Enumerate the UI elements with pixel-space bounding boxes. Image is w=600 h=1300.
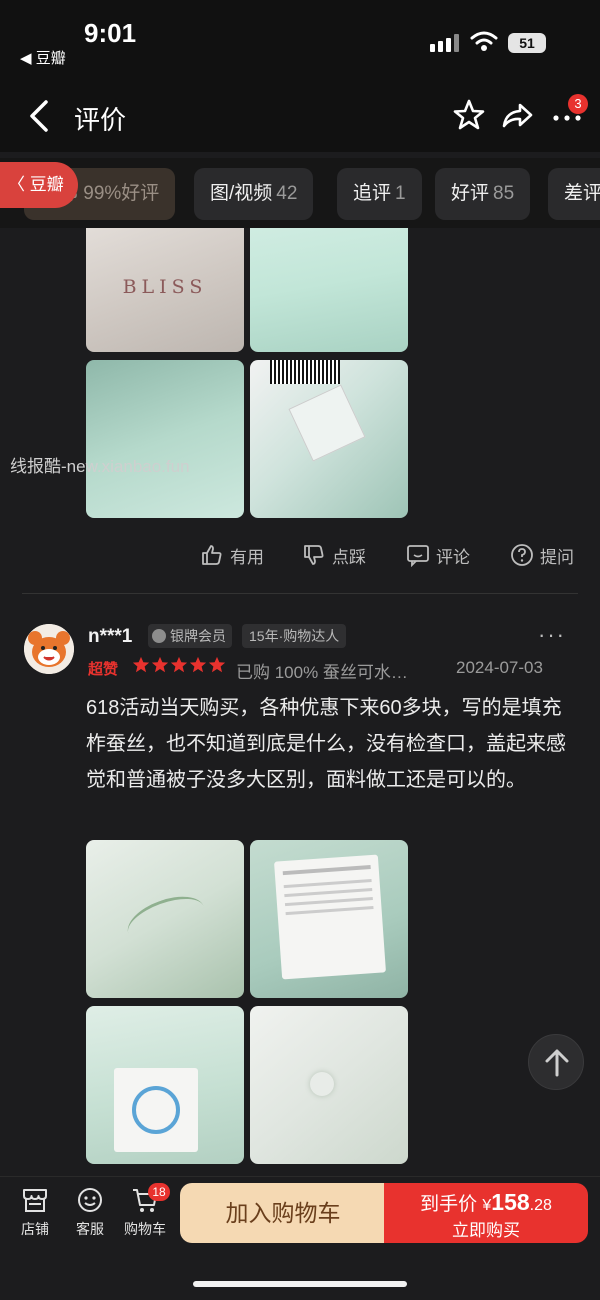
review-image[interactable] — [86, 840, 244, 998]
favorite-star-icon[interactable] — [452, 98, 486, 132]
status-bar: 9:01 ◀ 豆瓣 51 — [0, 0, 600, 80]
buy-now-button[interactable]: 到手价 ¥158.28 立即购买 — [384, 1183, 588, 1243]
price-label: 到手价 — [420, 1194, 478, 1215]
battery-indicator: 51 — [508, 33, 546, 53]
useful-label: 有用 — [230, 547, 264, 567]
top-navigation-bar: 评价 3 — [0, 80, 600, 152]
shop-label: 店铺 — [21, 1221, 49, 1237]
review-image[interactable]: BLISS — [86, 228, 244, 352]
thumbs-up-icon — [202, 545, 222, 565]
member-years-badge: 15年·购物达人 — [242, 624, 347, 648]
avatar-cartoon-face — [24, 624, 74, 674]
star-rating — [132, 656, 226, 674]
share-icon[interactable] — [500, 98, 534, 132]
ask-label: 提问 — [540, 547, 574, 567]
tab-images-count: 42 — [276, 183, 298, 204]
review-divider — [22, 593, 578, 594]
rating-tag: 超赞 — [88, 661, 119, 678]
bottom-action-bar: 店铺 客服 购物车 18 加入购物车 到手价 ¥158.28 立即购买 — [0, 1176, 600, 1300]
comment-button[interactable]: 评论 — [406, 540, 470, 570]
leaf-pattern-graphic — [121, 887, 211, 953]
price-decimal: .28 — [529, 1197, 552, 1214]
review-text: 618活动当天购买，各种优惠下来60多块，写的是填充柞蚕丝，也不知道到底是什么，… — [86, 697, 566, 791]
review-action-bar: 有用 点踩 评论 提问 — [200, 540, 580, 570]
tab-images-videos[interactable]: 图/视频 42 — [194, 168, 314, 220]
comment-icon — [407, 545, 429, 567]
home-indicator[interactable] — [193, 1281, 407, 1287]
page-title: 评价 — [74, 105, 127, 135]
wifi-icon — [470, 31, 498, 51]
member-level-badge: 银牌会员 — [148, 624, 232, 648]
bliss-logo-text: BLISS — [122, 276, 208, 298]
star-icon — [208, 656, 226, 673]
customer-service-button[interactable]: 客服 — [65, 1185, 115, 1239]
tab-positive[interactable]: 好评 85 — [435, 168, 531, 220]
tab-positive-count: 85 — [493, 183, 515, 204]
member-level-label: 银牌会员 — [170, 628, 226, 644]
currency-symbol: ¥ — [482, 1197, 492, 1214]
tab-positive-label: 好评 — [451, 183, 490, 204]
cellular-signal-icon — [430, 34, 460, 52]
customer-service-label: 客服 — [76, 1221, 104, 1237]
review-filter-tabs: 全部 99%好评 图/视频 42 追评 1 好评 85 差评 — [0, 158, 600, 228]
tab-follow-up-count: 1 — [395, 183, 406, 204]
floating-douban-back-button[interactable]: 〈 豆瓣 — [0, 162, 78, 208]
reviews-list[interactable]: BLISS 线报酷-new.xianbao.fun 有用 点踩 评论 提问 n*… — [0, 228, 600, 1176]
ask-question-button[interactable]: 提问 — [510, 540, 574, 570]
star-icon — [151, 656, 169, 673]
cart-count-badge: 18 — [148, 1183, 170, 1201]
scroll-to-top-button[interactable] — [528, 1034, 584, 1090]
useful-button[interactable]: 有用 — [200, 540, 264, 570]
barcode-graphic — [270, 360, 340, 384]
final-price: 到手价 ¥158.28 — [384, 1183, 588, 1216]
question-icon — [511, 544, 533, 566]
product-label-graphic — [114, 1068, 198, 1152]
tab-follow-up-label: 追评 — [353, 183, 392, 204]
label-circle-graphic — [132, 1086, 180, 1134]
review-image[interactable] — [250, 228, 408, 352]
tab-negative-label: 差评 — [564, 183, 600, 204]
back-arrow-icon[interactable] — [24, 98, 56, 134]
notification-badge: 3 — [568, 94, 588, 114]
review-image[interactable] — [250, 360, 408, 518]
review-more-options-icon[interactable]: ··· — [538, 622, 566, 648]
add-to-cart-button[interactable]: 加入购物车 — [180, 1183, 386, 1243]
review-date: 2024-07-03 — [456, 658, 543, 677]
review-image[interactable] — [250, 1006, 408, 1164]
member-icon — [152, 629, 166, 643]
purchased-variant[interactable]: 已购 100% 蚕丝可水… — [236, 658, 408, 683]
review-image[interactable] — [86, 1006, 244, 1164]
thumbs-down-icon — [304, 545, 324, 565]
reviewer-username[interactable]: n***1 — [88, 626, 132, 648]
quilt-stitch-graphic — [310, 1072, 334, 1096]
star-icon — [132, 656, 150, 673]
status-time: 9:01 — [84, 18, 137, 48]
tab-images-label: 图/视频 — [210, 183, 273, 204]
dislike-button[interactable]: 点踩 — [302, 540, 366, 570]
review-image[interactable] — [250, 840, 408, 998]
tab-negative[interactable]: 差评 — [548, 168, 600, 220]
shop-button[interactable]: 店铺 — [10, 1185, 60, 1239]
tab-follow-up[interactable]: 追评 1 — [337, 168, 422, 220]
star-icon — [189, 656, 207, 673]
watermark-text: 线报酷-new.xianbao.fun — [10, 457, 190, 476]
care-label-graphic — [274, 854, 386, 980]
buy-now-label: 立即购买 — [452, 1221, 520, 1240]
shop-icon — [23, 1189, 47, 1212]
back-to-app-link[interactable]: ◀ 豆瓣 — [20, 47, 66, 68]
customer-service-icon — [78, 1188, 102, 1212]
product-tag-graphic — [288, 384, 366, 462]
arrow-up-icon — [545, 1049, 569, 1077]
dislike-label: 点踩 — [332, 547, 366, 567]
avatar[interactable] — [24, 624, 74, 674]
review-image[interactable] — [86, 360, 244, 518]
star-icon — [170, 656, 188, 673]
cart-label: 购物车 — [124, 1221, 166, 1237]
price-integer: 158 — [491, 1189, 530, 1215]
comment-label: 评论 — [436, 547, 470, 567]
